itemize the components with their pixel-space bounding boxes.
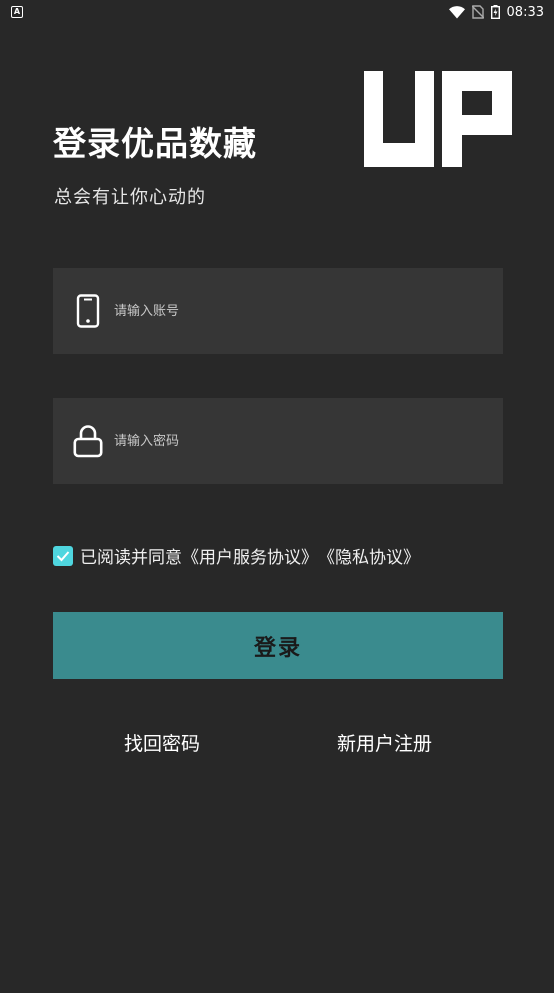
app-notification-icon: A xyxy=(11,6,23,18)
login-button[interactable]: 登录 xyxy=(53,612,503,679)
agreement-checkbox[interactable] xyxy=(53,545,73,566)
battery-charging-icon xyxy=(490,5,500,19)
account-field[interactable] xyxy=(53,268,503,354)
status-bar: A 08:33 xyxy=(0,0,554,24)
wifi-icon xyxy=(448,5,465,18)
status-time: 08:33 xyxy=(506,4,544,20)
password-field[interactable] xyxy=(53,398,503,484)
page-subtitle: 总会有让你心动的 xyxy=(54,187,206,208)
forgot-password-link[interactable]: 找回密码 xyxy=(124,729,200,756)
lock-icon xyxy=(73,423,103,459)
login-screen: A 08:33 登录优品数藏 总会有让你心动的 请输入账号 已阅读并同意 《用户… xyxy=(0,0,554,993)
page-title: 登录优品数藏 xyxy=(53,124,257,163)
up-logo xyxy=(364,71,512,167)
user-agreement-link[interactable]: 《用户服务协议》 xyxy=(182,543,318,568)
account-input[interactable] xyxy=(114,291,503,331)
privacy-policy-link[interactable]: 《隐私协议》 xyxy=(318,543,420,568)
no-sim-icon xyxy=(471,5,484,19)
agreement-row: 已阅读并同意 《用户服务协议》 《隐私协议》 xyxy=(53,543,420,568)
check-icon xyxy=(56,550,70,561)
password-input[interactable] xyxy=(114,421,503,461)
phone-icon xyxy=(73,293,103,329)
register-link[interactable]: 新用户注册 xyxy=(337,729,432,756)
agreement-prefix: 已阅读并同意 xyxy=(80,548,182,568)
